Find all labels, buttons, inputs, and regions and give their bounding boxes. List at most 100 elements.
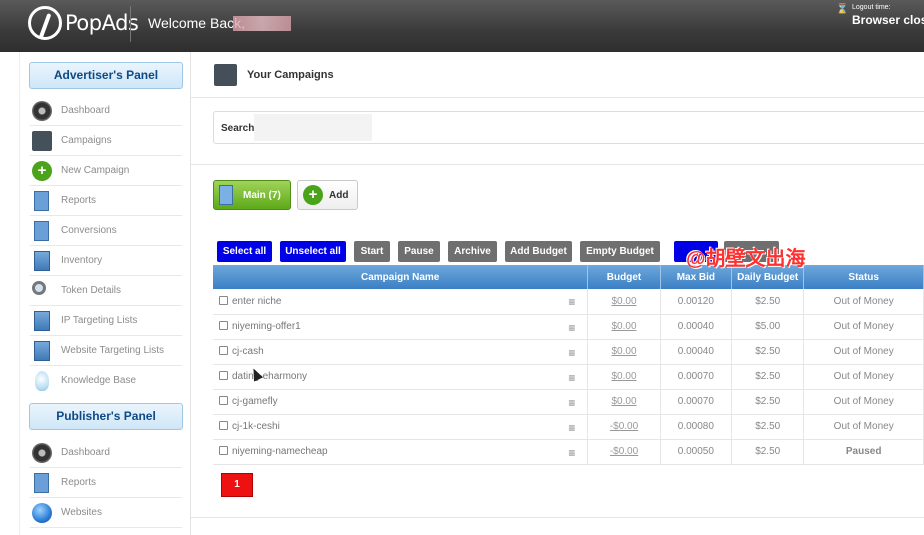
sidebar-item-website-targeting[interactable]: Website Targeting Lists — [30, 336, 182, 366]
page-header: Your Campaigns — [191, 52, 924, 98]
row-checkbox[interactable] — [219, 346, 228, 355]
archive-button[interactable]: Archive — [448, 241, 497, 262]
add-budget-button[interactable]: Add Budget — [505, 241, 572, 262]
start-button[interactable]: Start — [354, 241, 390, 262]
sidebar-item-label: Website Targeting Lists — [61, 345, 165, 356]
max-bid-cell: 0.00080 — [660, 414, 733, 440]
column-header-budget[interactable]: Budget — [587, 265, 661, 289]
report-icon — [34, 191, 49, 211]
campaigns-table: Campaign Name Budget Max Bid Daily Budge… — [213, 265, 924, 465]
sidebar-item-ip-targeting[interactable]: IP Targeting Lists — [30, 306, 182, 336]
sidebar-item-token-details[interactable]: Token Details — [30, 276, 182, 306]
column-header-name[interactable]: Campaign Name — [213, 265, 589, 289]
sidebar-item-label: Campaigns — [61, 135, 112, 146]
row-checkbox[interactable] — [219, 371, 228, 380]
campaign-name-cell: cj-1k-ceshi ≡ — [213, 414, 589, 440]
campaign-name-cell: enter niche ≡ — [213, 289, 589, 315]
empty-budget-button[interactable]: Empty Budget — [580, 241, 660, 262]
daily-budget-cell: $2.50 — [731, 389, 805, 415]
daily-budget-cell: $2.50 — [731, 289, 805, 315]
budget-link[interactable]: $0.00 — [612, 321, 637, 332]
dashboard-icon — [32, 443, 52, 463]
sidebar-item-publisher-dashboard[interactable]: Dashboard — [30, 438, 182, 468]
budget-cell: $0.00 — [587, 289, 661, 315]
campaign-name[interactable]: enter niche — [232, 296, 281, 307]
sidebar-item-label: Knowledge Base — [61, 375, 137, 386]
sidebar: Advertiser's Panel Dashboard Campaigns +… — [19, 52, 191, 535]
select-all-button[interactable]: Select all — [217, 241, 272, 262]
max-bid-cell: 0.00040 — [660, 339, 733, 365]
table-row[interactable]: enter niche ≡ $0.00 0.00120 $2.50 Out of … — [213, 289, 924, 315]
table-row[interactable]: niyeming-offer1 ≡ $0.00 0.00040 $5.00 Out… — [213, 314, 924, 340]
menu-icon[interactable]: ≡ — [568, 346, 575, 360]
budget-cell: $0.00 — [587, 389, 661, 415]
plus-icon: + — [32, 161, 52, 181]
sidebar-item-conversions[interactable]: Conversions — [30, 216, 182, 246]
document-icon — [219, 185, 233, 205]
menu-icon[interactable]: ≡ — [568, 421, 575, 435]
budget-link[interactable]: $0.00 — [612, 396, 637, 407]
table-row[interactable]: cj-gamefly ≡ $0.00 0.00070 $2.50 Out of M… — [213, 389, 924, 415]
budget-link[interactable]: $0.00 — [612, 371, 637, 382]
sidebar-item-label: Dashboard — [61, 105, 110, 116]
sidebar-item-reports[interactable]: Reports — [30, 186, 182, 216]
row-checkbox[interactable] — [219, 421, 228, 430]
menu-icon[interactable]: ≡ — [568, 321, 575, 335]
budget-link[interactable]: -$0.00 — [610, 446, 638, 457]
sidebar-item-dashboard[interactable]: Dashboard — [30, 96, 182, 126]
sidebar-item-knowledge-base[interactable]: Knowledge Base — [30, 366, 182, 396]
popads-logo[interactable]: PopAds — [28, 6, 139, 40]
status-cell: Out of Money — [803, 364, 924, 390]
search-label: Search: — [221, 123, 258, 134]
row-checkbox[interactable] — [219, 295, 228, 305]
menu-icon[interactable]: ≡ — [568, 396, 575, 410]
budget-link[interactable]: -$0.00 — [610, 421, 638, 432]
tab-main-label: Main (7) — [243, 190, 281, 201]
menu-icon[interactable]: ≡ — [568, 295, 575, 309]
sidebar-item-publisher-reports[interactable]: Reports — [30, 468, 182, 498]
status-cell: Out of Money — [803, 339, 924, 365]
column-header-status[interactable]: Status — [803, 265, 924, 289]
unselect-all-button[interactable]: Unselect all — [280, 241, 346, 262]
table-row[interactable]: cj-1k-ceshi ≡ -$0.00 0.00080 $2.50 Out of… — [213, 414, 924, 440]
top-bar: PopAds Welcome Back, ⌛ Logout time: Brow… — [0, 0, 924, 52]
pause-button[interactable]: Pause — [398, 241, 440, 262]
menu-icon[interactable]: ≡ — [568, 371, 575, 385]
search-input[interactable] — [254, 114, 372, 141]
campaign-name[interactable]: niyeming-offer1 — [232, 321, 301, 332]
main-content: Your Campaigns Search: Main (7) + Add Se… — [191, 52, 924, 535]
sidebar-item-websites[interactable]: Websites — [30, 498, 182, 528]
conversions-icon — [34, 221, 49, 241]
table-row[interactable]: dating-eharmony ≡ $0.00 0.00070 $2.50 Out… — [213, 364, 924, 390]
advertiser-panel-title[interactable]: Advertiser's Panel — [29, 62, 183, 89]
row-checkbox[interactable] — [219, 446, 228, 455]
pagination-page-1[interactable]: 1 — [221, 473, 253, 497]
status-cell: Out of Money — [803, 289, 924, 315]
table-row[interactable]: cj-cash ≡ $0.00 0.00040 $2.50 Out of Mone… — [213, 339, 924, 365]
sidebar-item-label: New Campaign — [61, 165, 130, 176]
sidebar-item-inventory[interactable]: Inventory — [30, 246, 182, 276]
sidebar-item-campaigns[interactable]: Campaigns — [30, 126, 182, 156]
row-checkbox[interactable] — [219, 321, 228, 330]
budget-cell: $0.00 — [587, 339, 661, 365]
campaign-name-cell: dating-eharmony ≡ — [213, 364, 589, 390]
campaign-name-cell: cj-cash ≡ — [213, 339, 589, 365]
status-cell: Out of Money — [803, 414, 924, 440]
header-divider — [130, 6, 131, 42]
sidebar-item-new-campaign[interactable]: + New Campaign — [30, 156, 182, 186]
budget-link[interactable]: $0.00 — [612, 346, 637, 357]
sidebar-item-label: Websites — [61, 507, 102, 518]
campaign-name[interactable]: cj-gamefly — [232, 396, 278, 407]
table-row[interactable]: niyeming-namecheap ≡ -$0.00 0.00050 $2.50… — [213, 439, 924, 465]
add-tab-button[interactable]: + Add — [297, 180, 358, 210]
campaign-name[interactable]: dating-eharmony — [232, 371, 307, 382]
campaign-name[interactable]: cj-cash — [232, 346, 264, 357]
row-checkbox[interactable] — [219, 396, 228, 405]
tab-main[interactable]: Main (7) — [213, 180, 291, 210]
publisher-panel-title[interactable]: Publisher's Panel — [29, 403, 183, 430]
budget-link[interactable]: $0.00 — [612, 296, 637, 307]
campaign-name[interactable]: cj-1k-ceshi — [232, 421, 280, 432]
folder-icon — [32, 131, 52, 151]
menu-icon[interactable]: ≡ — [568, 446, 575, 460]
campaign-name[interactable]: niyeming-namecheap — [232, 446, 328, 457]
